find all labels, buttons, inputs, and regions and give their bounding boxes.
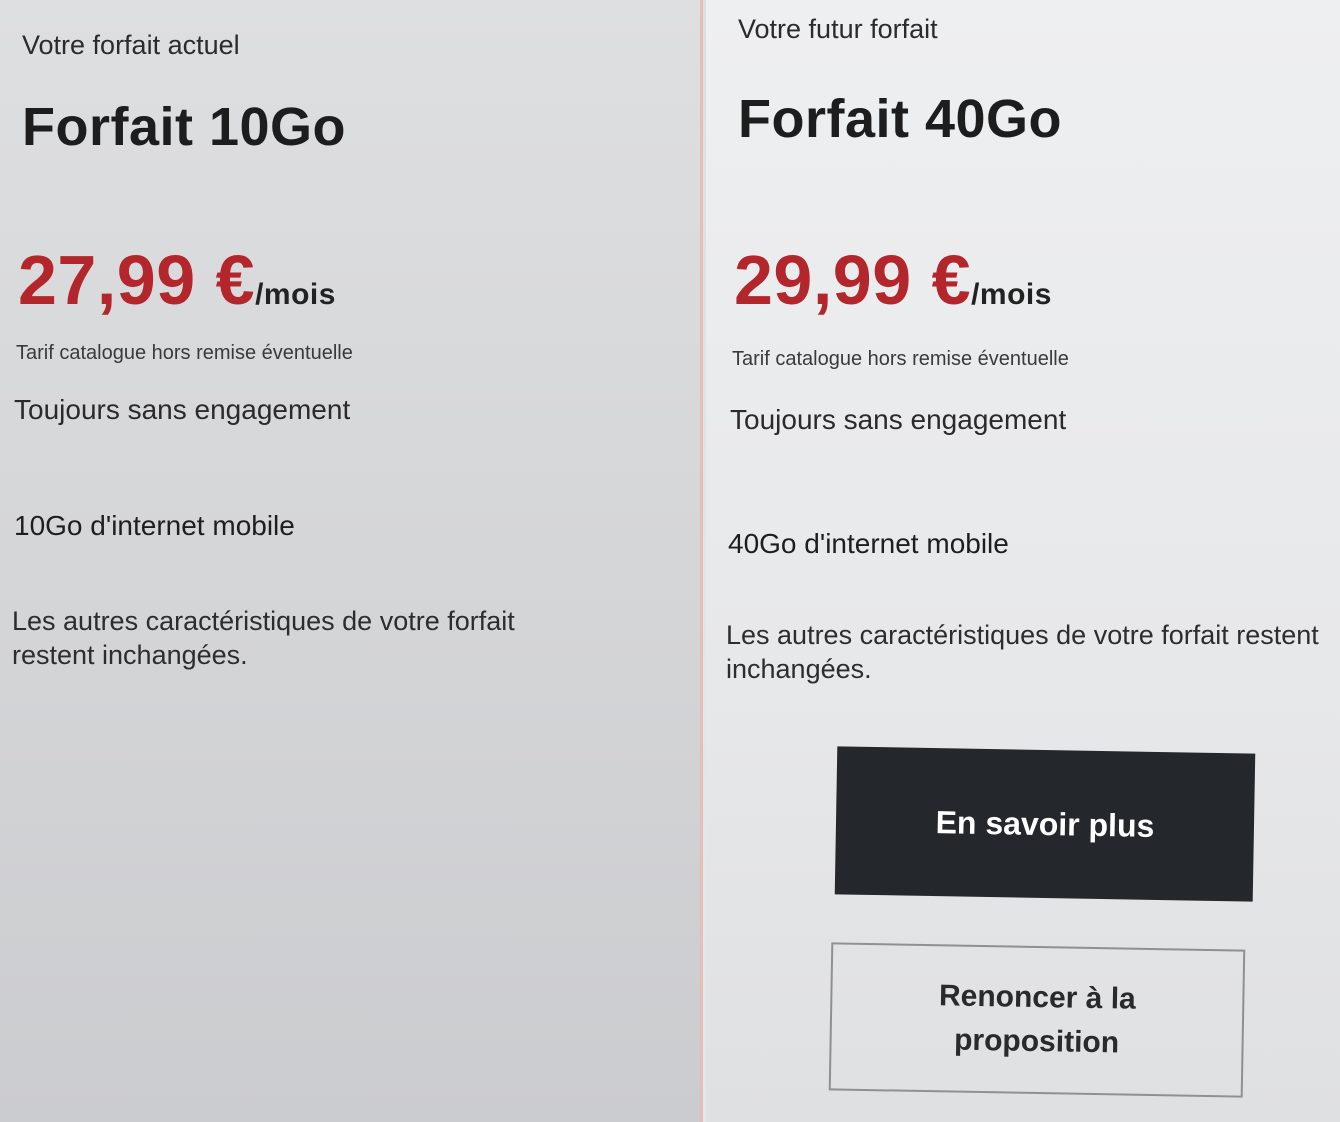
panel-divider <box>700 0 703 1122</box>
current-plan-heading: Votre forfait actuel <box>22 30 240 60</box>
current-plan-other-features: Les autres caractéristiques de votre for… <box>12 606 515 670</box>
future-plan-price: 29,99 €/mois <box>734 240 1052 320</box>
future-plan-price-note: Tarif catalogue hors remise éventuelle <box>732 348 1069 370</box>
current-plan-price: 27,99 €/mois <box>18 240 336 320</box>
future-plan-commitment: Toujours sans engagement <box>730 404 1067 435</box>
future-plan-price-unit: /mois <box>971 278 1052 311</box>
future-plan-title: Forfait 40Go <box>738 89 1063 149</box>
future-plan-other-features: Les autres caractéristiques de votre for… <box>726 620 1319 684</box>
current-plan-title: Forfait 10Go <box>22 97 347 157</box>
current-plan-price-amount: 27,99 € <box>18 241 256 319</box>
current-plan-price-note: Tarif catalogue hors remise éventuelle <box>16 342 353 364</box>
current-plan-panel <box>0 0 700 1122</box>
future-plan-heading: Votre futur forfait <box>738 14 938 44</box>
decline-offer-button[interactable]: Renoncer à la proposition <box>828 942 1246 1098</box>
future-plan-price-amount: 29,99 € <box>734 241 972 319</box>
current-plan-data-allowance: 10Go d'internet mobile <box>14 510 295 541</box>
current-plan-commitment: Toujours sans engagement <box>14 394 351 425</box>
current-plan-price-unit: /mois <box>255 278 336 311</box>
learn-more-button[interactable]: En savoir plus <box>834 746 1256 902</box>
future-plan-data-allowance: 40Go d'internet mobile <box>728 528 1009 559</box>
